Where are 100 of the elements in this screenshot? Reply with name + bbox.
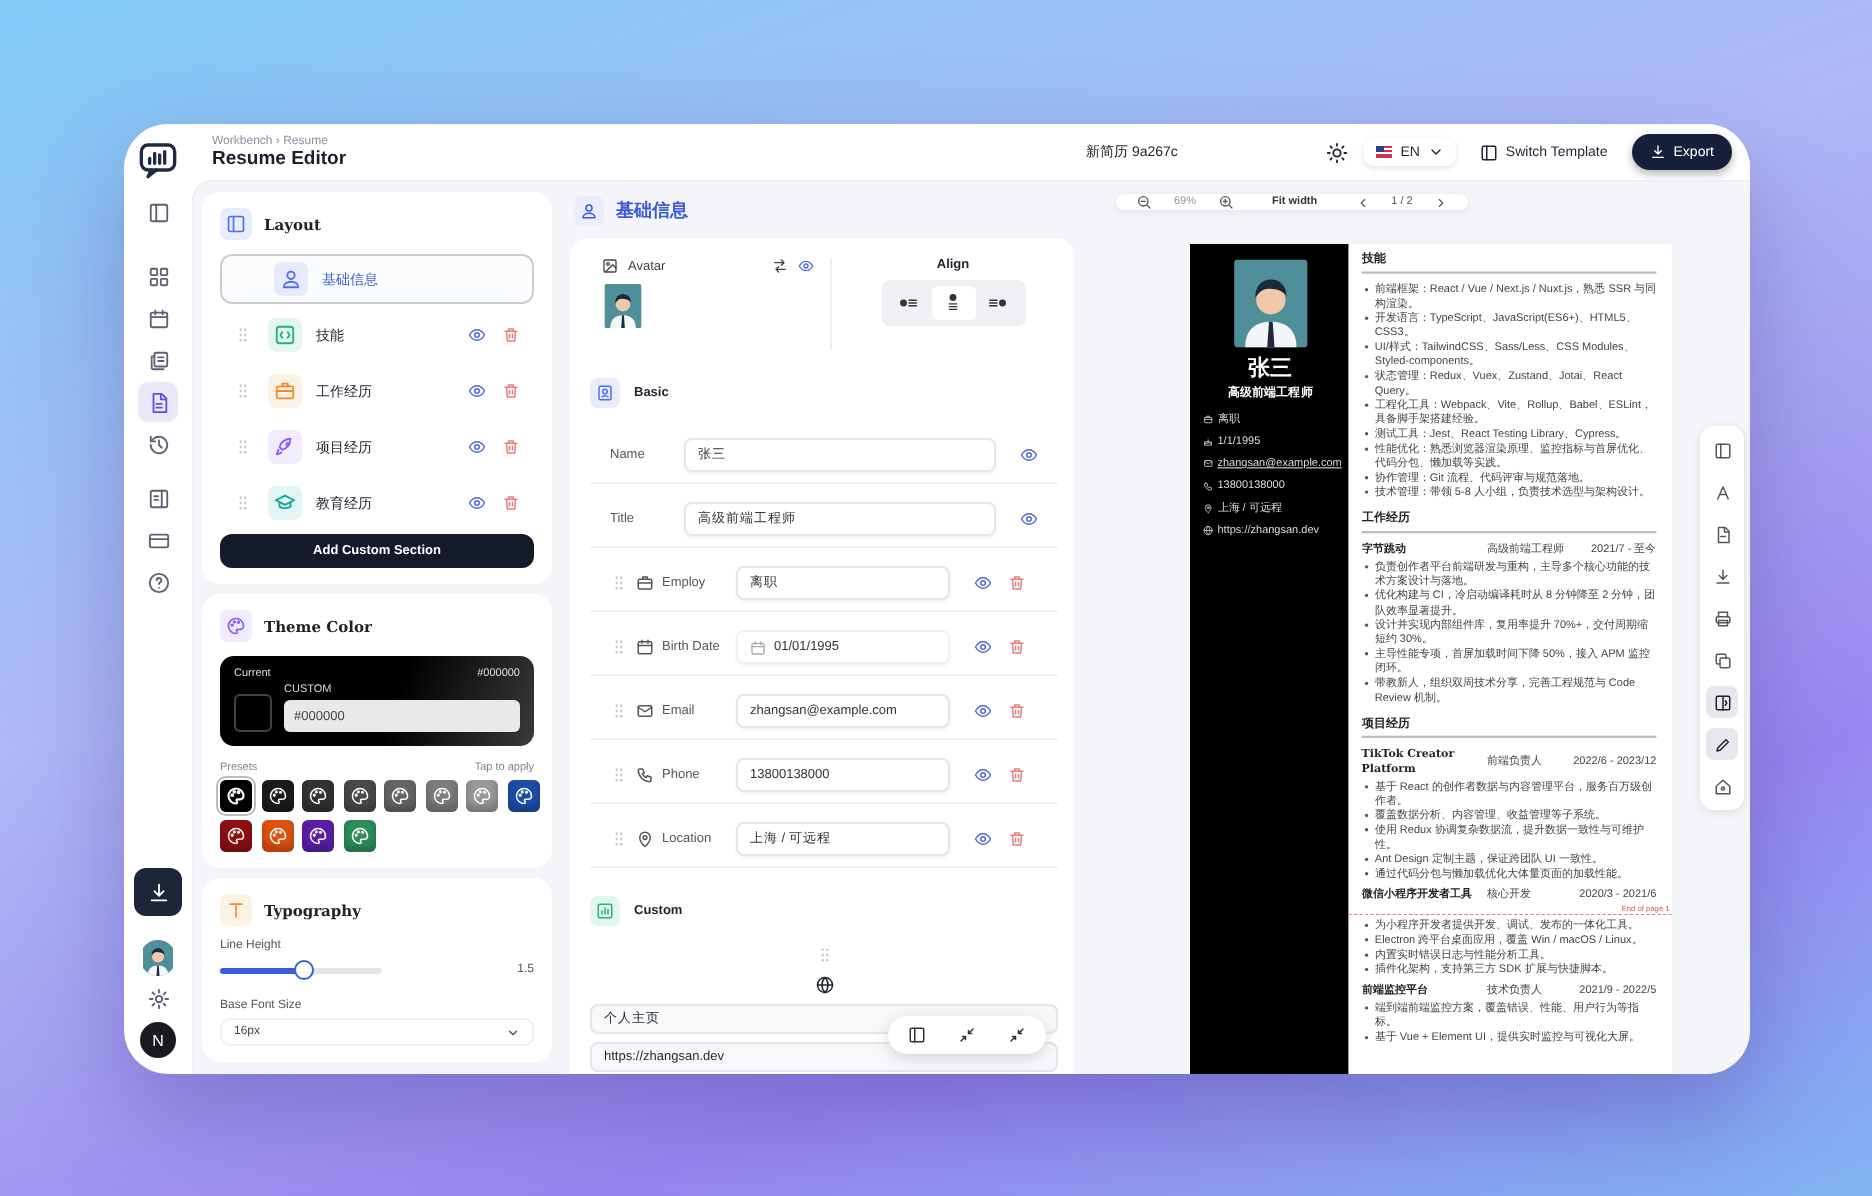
- zoom-in-icon: [1218, 194, 1235, 210]
- download-icon: [1713, 567, 1731, 585]
- eye-icon[interactable]: [1020, 510, 1038, 528]
- color-swatch[interactable]: [261, 820, 293, 852]
- chart-bubble-icon: [138, 140, 178, 180]
- delete-button[interactable]: [502, 494, 520, 512]
- pencil-button[interactable]: [1706, 728, 1738, 760]
- file-icon: [1713, 525, 1731, 543]
- eye-icon[interactable]: [974, 574, 992, 592]
- slider-thumb[interactable]: [293, 960, 314, 980]
- drag-handle-icon: [610, 830, 628, 848]
- collapse-button[interactable]: [958, 1026, 976, 1044]
- copy-icon: [1713, 651, 1731, 669]
- avatar-image: [140, 940, 176, 976]
- rocket-icon: [268, 430, 302, 464]
- graduation-cap-icon: [268, 486, 302, 520]
- color-swatch[interactable]: [220, 780, 252, 812]
- zoom-in-button[interactable]: [1218, 194, 1235, 210]
- trash-icon[interactable]: [1008, 574, 1026, 592]
- swap-button[interactable]: [772, 258, 788, 274]
- download-icon: [1649, 144, 1666, 160]
- line-height-slider[interactable]: [220, 960, 382, 980]
- trash-icon: [502, 326, 520, 344]
- home-icon: [1713, 777, 1731, 795]
- briefcase-icon: [268, 374, 302, 408]
- layout-icon: [1479, 143, 1498, 161]
- document-button[interactable]: [138, 382, 178, 422]
- user-icon: [574, 196, 604, 226]
- color-swatch[interactable]: [220, 820, 252, 852]
- previous-page-button[interactable]: [1355, 195, 1370, 209]
- eye-icon[interactable]: [974, 702, 992, 720]
- drag-handle-icon: [234, 438, 252, 456]
- color-swatch[interactable]: [261, 780, 293, 812]
- caret-icon: [1427, 144, 1444, 160]
- newspaper-icon: [147, 349, 169, 371]
- avatar-image: [602, 284, 644, 328]
- sun-icon: [1326, 141, 1349, 163]
- palette-icon: [472, 786, 492, 806]
- color-swatch[interactable]: [302, 780, 334, 812]
- layout-icon: [1713, 441, 1731, 459]
- color-swatch[interactable]: [343, 780, 375, 812]
- trash-icon: [502, 494, 520, 512]
- split-view-icon: [1713, 693, 1731, 711]
- trash-icon[interactable]: [1008, 830, 1026, 848]
- trash-icon[interactable]: [1008, 638, 1026, 656]
- print-icon: [1713, 609, 1731, 627]
- avatar-image: [1233, 259, 1308, 348]
- delete-button[interactable]: [502, 438, 520, 456]
- trash-icon[interactable]: [1008, 766, 1026, 784]
- eye-icon[interactable]: [1020, 446, 1038, 464]
- color-swatch[interactable]: [302, 820, 334, 852]
- eye-icon: [468, 438, 486, 456]
- split-view-button[interactable]: [1706, 686, 1738, 718]
- drag-handle-icon: [610, 766, 628, 784]
- eye-icon[interactable]: [974, 766, 992, 784]
- eye-icon[interactable]: [974, 830, 992, 848]
- calendar-icon: [750, 639, 766, 655]
- history-icon: [147, 433, 169, 455]
- drag-handle-icon: [610, 702, 628, 720]
- collapse-button[interactable]: [1008, 1026, 1026, 1044]
- align-option[interactable]: [931, 286, 975, 320]
- trash-icon: [502, 438, 520, 456]
- settings-button[interactable]: [147, 988, 169, 1010]
- color-swatch[interactable]: [343, 820, 375, 852]
- delete-button[interactable]: [502, 326, 520, 344]
- zoom-out-button[interactable]: [1136, 194, 1152, 210]
- color-swatch[interactable]: [466, 780, 498, 812]
- briefcase-icon: [636, 574, 654, 592]
- page-title: Resume Editor: [212, 147, 349, 169]
- chevron-right-icon: [1434, 195, 1449, 209]
- code-icon: [268, 318, 302, 352]
- font-icon: [1713, 483, 1731, 501]
- panel-button[interactable]: [908, 1026, 926, 1044]
- globe-icon: [815, 976, 833, 994]
- help-icon: [147, 571, 169, 593]
- theme-toggle-button[interactable]: [1326, 141, 1349, 163]
- drag-handle-icon: [610, 638, 628, 656]
- next-page-button[interactable]: [1434, 195, 1449, 209]
- color-swatch[interactable]: [425, 780, 457, 812]
- palette-icon: [226, 826, 246, 846]
- delete-button[interactable]: [502, 382, 520, 400]
- current-color-swatch: [234, 694, 272, 732]
- visibility-toggle[interactable]: [798, 258, 814, 274]
- palette-icon: [431, 786, 451, 806]
- layout-icon: [220, 208, 252, 240]
- calendar-icon: [636, 638, 654, 656]
- resume-name: 张三: [1248, 354, 1293, 384]
- palette-icon: [349, 786, 369, 806]
- palette-icon: [390, 786, 410, 806]
- panel-toggle-icon: [147, 201, 169, 223]
- drag-handle-icon: [610, 574, 628, 592]
- color-swatch[interactable]: [384, 780, 416, 812]
- eye-icon: [798, 258, 814, 274]
- trash-icon[interactable]: [1008, 702, 1026, 720]
- color-swatch[interactable]: [507, 780, 539, 812]
- user-icon: [274, 262, 308, 296]
- download-button[interactable]: [134, 868, 182, 916]
- swap-icon: [772, 258, 788, 274]
- eye-icon[interactable]: [974, 638, 992, 656]
- letter-t-icon: [220, 894, 252, 926]
